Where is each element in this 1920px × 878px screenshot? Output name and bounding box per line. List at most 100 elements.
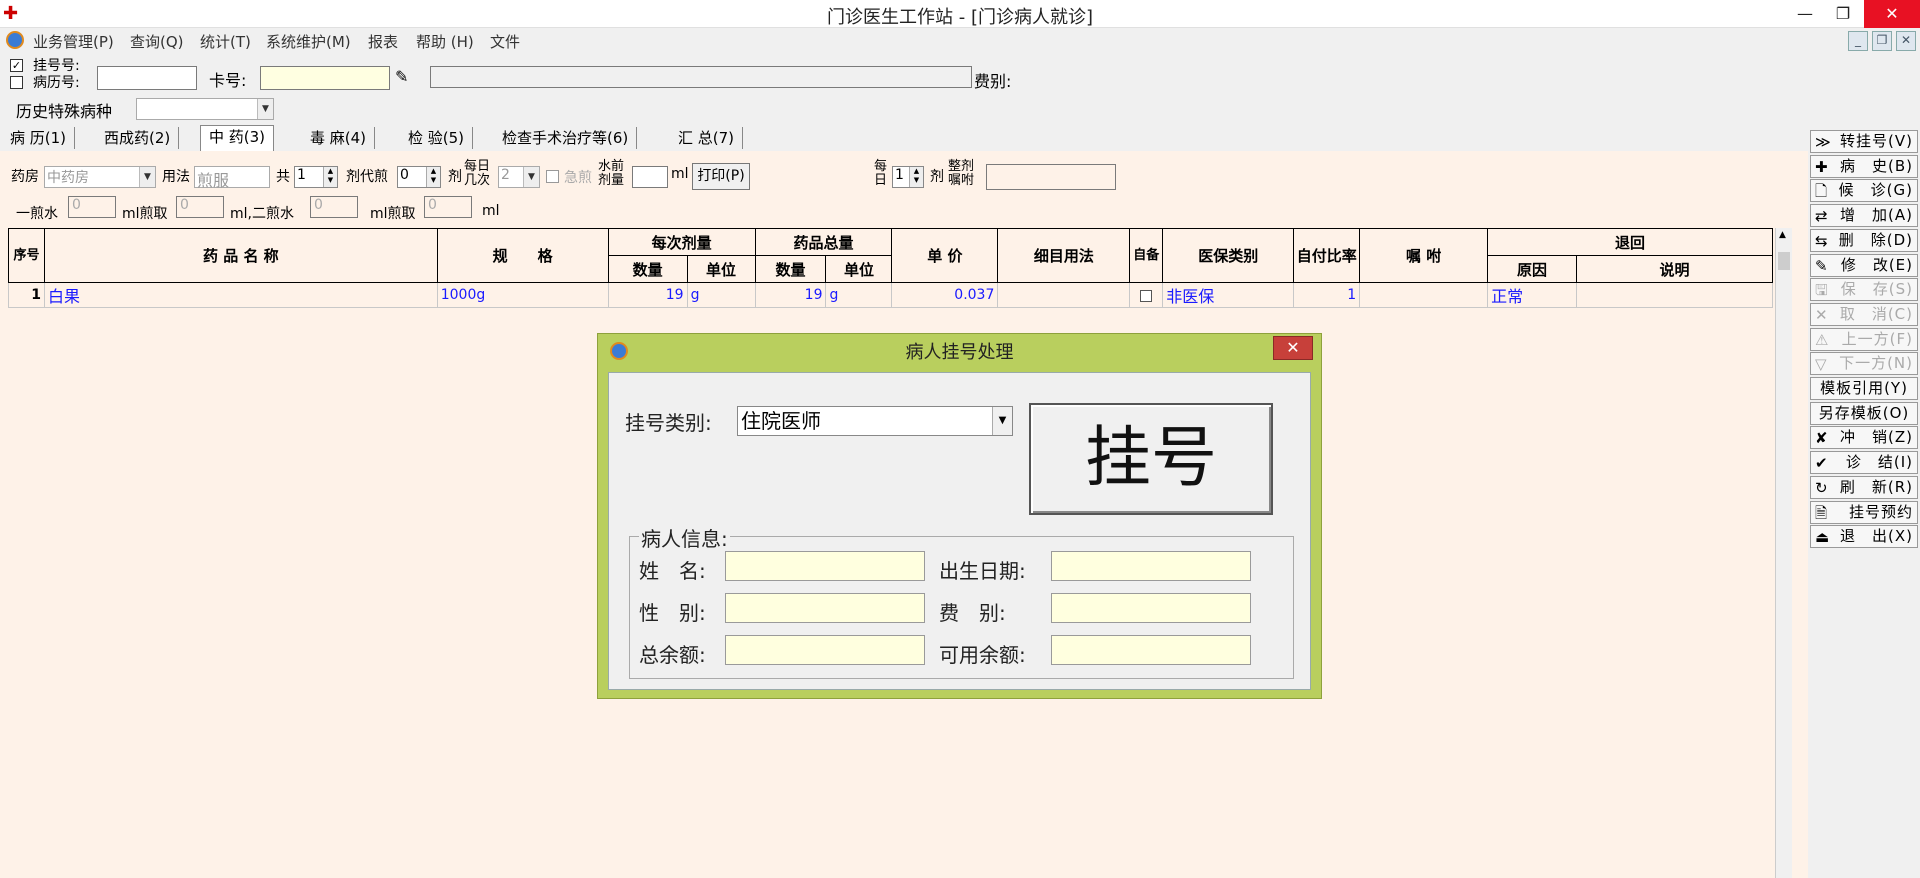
edit-button[interactable]: ✎ 修 改(E) — [1810, 253, 1918, 277]
table-row[interactable]: 1 白果 1000g 19 g 19 g 0.037 非医保 1 正常 — [8, 282, 1773, 308]
cell-usage[interactable] — [997, 282, 1131, 308]
per-day-value: 1 — [895, 167, 904, 183]
cell-note[interactable] — [1359, 282, 1489, 308]
name-field[interactable] — [725, 551, 925, 581]
available-label: 可用余额: — [939, 643, 1026, 667]
urgent-checkbox[interactable] — [546, 170, 559, 183]
cell-total-qty[interactable]: 19 — [754, 282, 827, 308]
daily-select[interactable]: 2 ▼ — [498, 166, 540, 188]
whole-input[interactable] — [986, 164, 1116, 190]
exit-button[interactable]: ⏏ 退 出(X) — [1810, 525, 1918, 549]
template-save-button[interactable]: 另存模板(O) — [1810, 401, 1918, 425]
available-field[interactable] — [1051, 635, 1251, 665]
cell-reason[interactable]: 正常 — [1487, 282, 1578, 308]
pharmacy-select[interactable]: 中药房 ▼ — [44, 166, 156, 188]
refresh-button[interactable]: ↻ 刷 新(R) — [1810, 475, 1918, 499]
tab-exam[interactable]: 检查手术治疗等(6) — [494, 127, 638, 149]
reg-no-checkbox[interactable]: ✓ — [10, 59, 23, 72]
second-water-input[interactable]: 0 — [310, 196, 358, 218]
card-input[interactable] — [260, 66, 390, 90]
template-use-button[interactable]: 模板引用(Y) — [1810, 377, 1918, 400]
toolbar-label: 诊 结(I) — [1845, 453, 1913, 472]
cell-price[interactable]: 0.037 — [891, 282, 999, 308]
fee-label-dialog: 费 别: — [939, 601, 1006, 625]
first-take-label: ml煎取 — [122, 206, 168, 222]
menu-help[interactable]: 帮助 (H) — [416, 31, 474, 52]
balance-label: 总余额: — [639, 643, 706, 667]
tab-lab[interactable]: 检 验(5) — [400, 127, 474, 149]
balance-field[interactable] — [725, 635, 925, 665]
tab-narcotic[interactable]: 毒 麻(4) — [302, 127, 376, 149]
menu-file[interactable]: 文件 — [490, 31, 520, 52]
first-take-input[interactable]: 0 — [176, 196, 224, 218]
close-button[interactable]: ✕ — [1864, 0, 1920, 28]
fee-field[interactable] — [1051, 593, 1251, 623]
menu-system[interactable]: 系统维护(M) — [266, 31, 351, 52]
print-button[interactable]: 打印(P) — [692, 163, 750, 190]
tab-herbal[interactable]: 中 药(3) — [200, 125, 275, 151]
cell-desc[interactable] — [1576, 282, 1773, 308]
waiting-button[interactable]: 🗋 候 诊(G) — [1810, 179, 1918, 203]
cell-dose-qty[interactable]: 19 — [607, 282, 688, 308]
cell-ratio[interactable]: 1 — [1293, 282, 1361, 308]
cell-self[interactable] — [1129, 282, 1164, 308]
filter-icon: ▽ — [1815, 355, 1828, 374]
card-reader-icon[interactable]: ✎ — [395, 67, 423, 91]
dialog-close-button[interactable]: ✕ — [1273, 336, 1313, 360]
spin-arrows-icon[interactable]: ▲ ▼ — [426, 167, 440, 187]
cell-name[interactable]: 白果 — [43, 282, 438, 308]
save-button[interactable]: 🖫 保 存(S) — [1810, 278, 1918, 302]
cell-spec[interactable]: 1000g — [436, 282, 609, 308]
vertical-scrollbar[interactable]: ▲ — [1775, 228, 1792, 878]
dose-stepper[interactable]: 0 ▲ ▼ — [397, 166, 441, 188]
tab-record[interactable]: 病 历(1) — [2, 127, 76, 149]
birth-field[interactable] — [1051, 551, 1251, 581]
chevron-down-icon[interactable]: ▼ — [992, 407, 1012, 435]
spin-arrows-icon[interactable]: ▲ ▼ — [909, 167, 923, 187]
register-button[interactable]: 挂号 — [1029, 403, 1273, 515]
next-prescription-button[interactable]: ▽ 下一方(N) — [1810, 352, 1918, 376]
delete-button[interactable]: ⇆ 删 除(D) — [1810, 228, 1918, 252]
spin-arrows-icon[interactable]: ▲ ▼ — [323, 167, 337, 187]
history-select[interactable]: ▼ — [136, 98, 274, 120]
water-input[interactable] — [632, 166, 668, 188]
total-stepper[interactable]: 1 ▲ ▼ — [294, 166, 338, 188]
cell-insurance[interactable]: 非医保 — [1162, 282, 1295, 308]
reg-type-select[interactable]: 住院医师 ▼ — [737, 406, 1013, 436]
self-checkbox[interactable] — [1140, 290, 1153, 302]
maximize-button[interactable]: ❐ — [1820, 0, 1866, 28]
mdi-close-button[interactable]: ✕ — [1896, 31, 1916, 51]
menu-business[interactable]: 业务管理(P) — [33, 31, 114, 52]
mdi-restore-button[interactable]: ❐ — [1872, 31, 1892, 51]
finish-button[interactable]: ✔ 诊 结(I) — [1810, 451, 1918, 475]
add-button[interactable]: ⇄ 增 加(A) — [1810, 204, 1918, 228]
daily-label: 每日几次 — [464, 159, 491, 188]
prev-prescription-button[interactable]: ⚠ 上一方(F) — [1810, 327, 1918, 351]
transfer-button[interactable]: ≫ 转挂号(V) — [1810, 130, 1918, 153]
cell-total-unit[interactable]: g — [825, 282, 893, 308]
gender-field[interactable] — [725, 593, 925, 623]
reverse-button[interactable]: ✘ 冲 销(Z) — [1810, 426, 1918, 450]
tab-western[interactable]: 西成药(2) — [96, 127, 180, 149]
scroll-thumb[interactable] — [1778, 252, 1790, 270]
menu-stats[interactable]: 统计(T) — [200, 31, 251, 52]
record-no-checkbox[interactable] — [10, 76, 23, 89]
scroll-up-icon[interactable]: ▲ — [1779, 230, 1786, 240]
ml-unit: ml — [482, 203, 500, 219]
usage-input[interactable]: 煎服 — [194, 166, 270, 190]
edit-icon: ✎ — [1815, 256, 1829, 275]
menu-report[interactable]: 报表 — [368, 31, 398, 52]
app-menu-icon[interactable] — [6, 31, 24, 49]
second-take-input[interactable]: 0 — [424, 196, 472, 218]
cancel-button[interactable]: ✕ 取 消(C) — [1810, 302, 1918, 326]
reg-no-input[interactable] — [97, 66, 197, 90]
history-button[interactable]: ✚ 病 史(B) — [1810, 154, 1918, 178]
mdi-minimize-button[interactable]: _ — [1848, 31, 1868, 51]
cell-dose-unit[interactable]: g — [686, 282, 756, 308]
first-water-input[interactable]: 0 — [68, 196, 116, 218]
water-label: 水前剂量 — [598, 159, 625, 188]
menu-query[interactable]: 查询(Q) — [130, 31, 184, 52]
appointment-button[interactable]: 🗎 挂号预约 — [1810, 500, 1918, 524]
tab-summary[interactable]: 汇 总(7) — [670, 127, 744, 149]
per-day-stepper[interactable]: 1 ▲ ▼ — [892, 166, 924, 188]
